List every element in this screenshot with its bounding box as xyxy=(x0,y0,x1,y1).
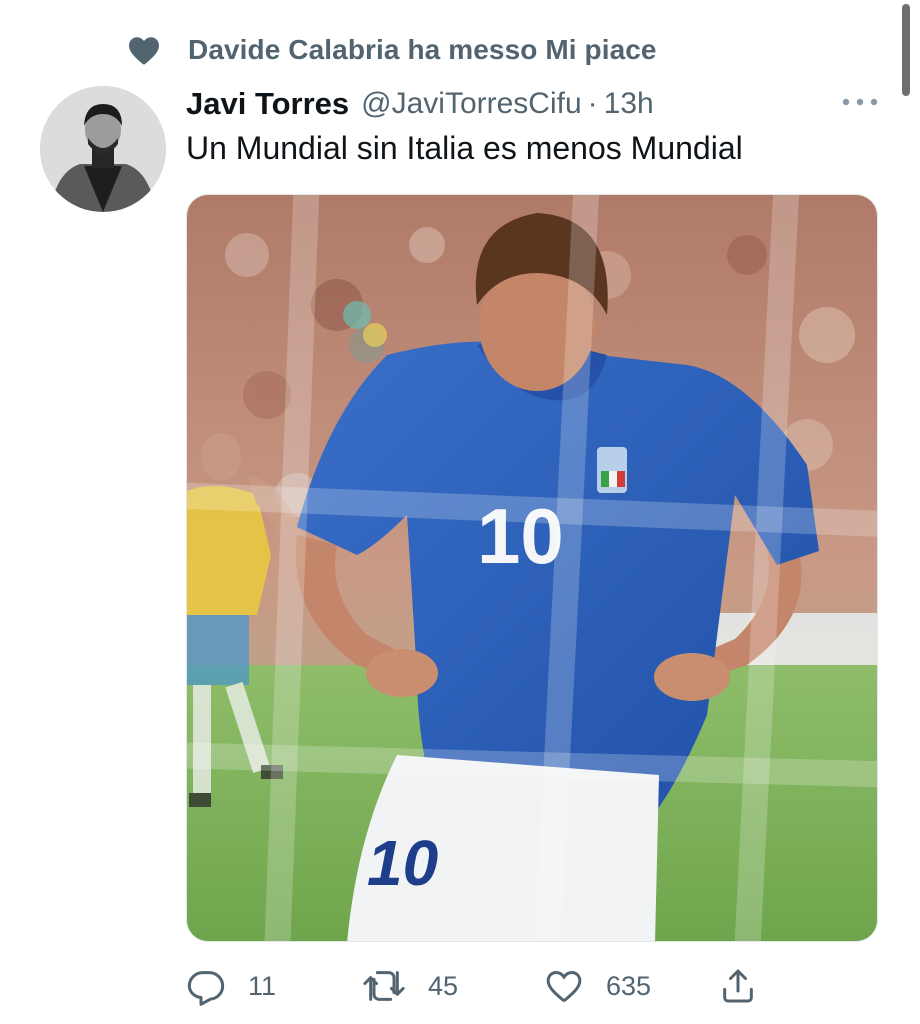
avatar[interactable] xyxy=(40,86,166,212)
more-options-button[interactable] xyxy=(838,90,882,114)
heart-outline-icon xyxy=(546,970,582,1002)
share-icon xyxy=(723,969,753,1003)
avatar-image xyxy=(40,86,166,212)
like-button[interactable]: 635 xyxy=(544,962,651,1010)
reply-button[interactable]: 11 xyxy=(186,962,276,1010)
social-context-text: Davide Calabria ha messo Mi piace xyxy=(188,34,657,65)
shorts-number: 10 xyxy=(367,827,438,899)
author-name[interactable]: Javi Torres xyxy=(186,86,349,122)
scrollbar[interactable] xyxy=(902,4,910,96)
retweet-button[interactable]: 45 xyxy=(362,962,458,1010)
social-context[interactable]: Davide Calabria ha messo Mi piace xyxy=(126,30,657,70)
retweet-count: 45 xyxy=(428,970,459,1001)
heart-filled-icon xyxy=(129,37,159,65)
photo-image: 10 10 xyxy=(187,195,877,941)
share-button[interactable] xyxy=(718,962,758,1010)
tweet-text: Un Mundial sin Italia es menos Mundial xyxy=(186,130,743,166)
separator-dot: · xyxy=(587,87,598,120)
reply-count: 11 xyxy=(248,970,277,1001)
author-handle[interactable]: @JaviTorresCifu xyxy=(361,87,582,121)
reply-icon xyxy=(187,971,225,1006)
tweet-actions: 11 45 635 xyxy=(186,962,786,1010)
tweet-media-photo[interactable]: 10 10 xyxy=(186,194,878,942)
retweet-icon xyxy=(363,971,405,1001)
more-dots-icon xyxy=(842,98,878,106)
tweet-timestamp[interactable]: 13h xyxy=(604,87,654,121)
like-count: 635 xyxy=(606,970,652,1001)
tweet-header: Javi Torres @JaviTorresCifu · 13h xyxy=(186,82,654,126)
